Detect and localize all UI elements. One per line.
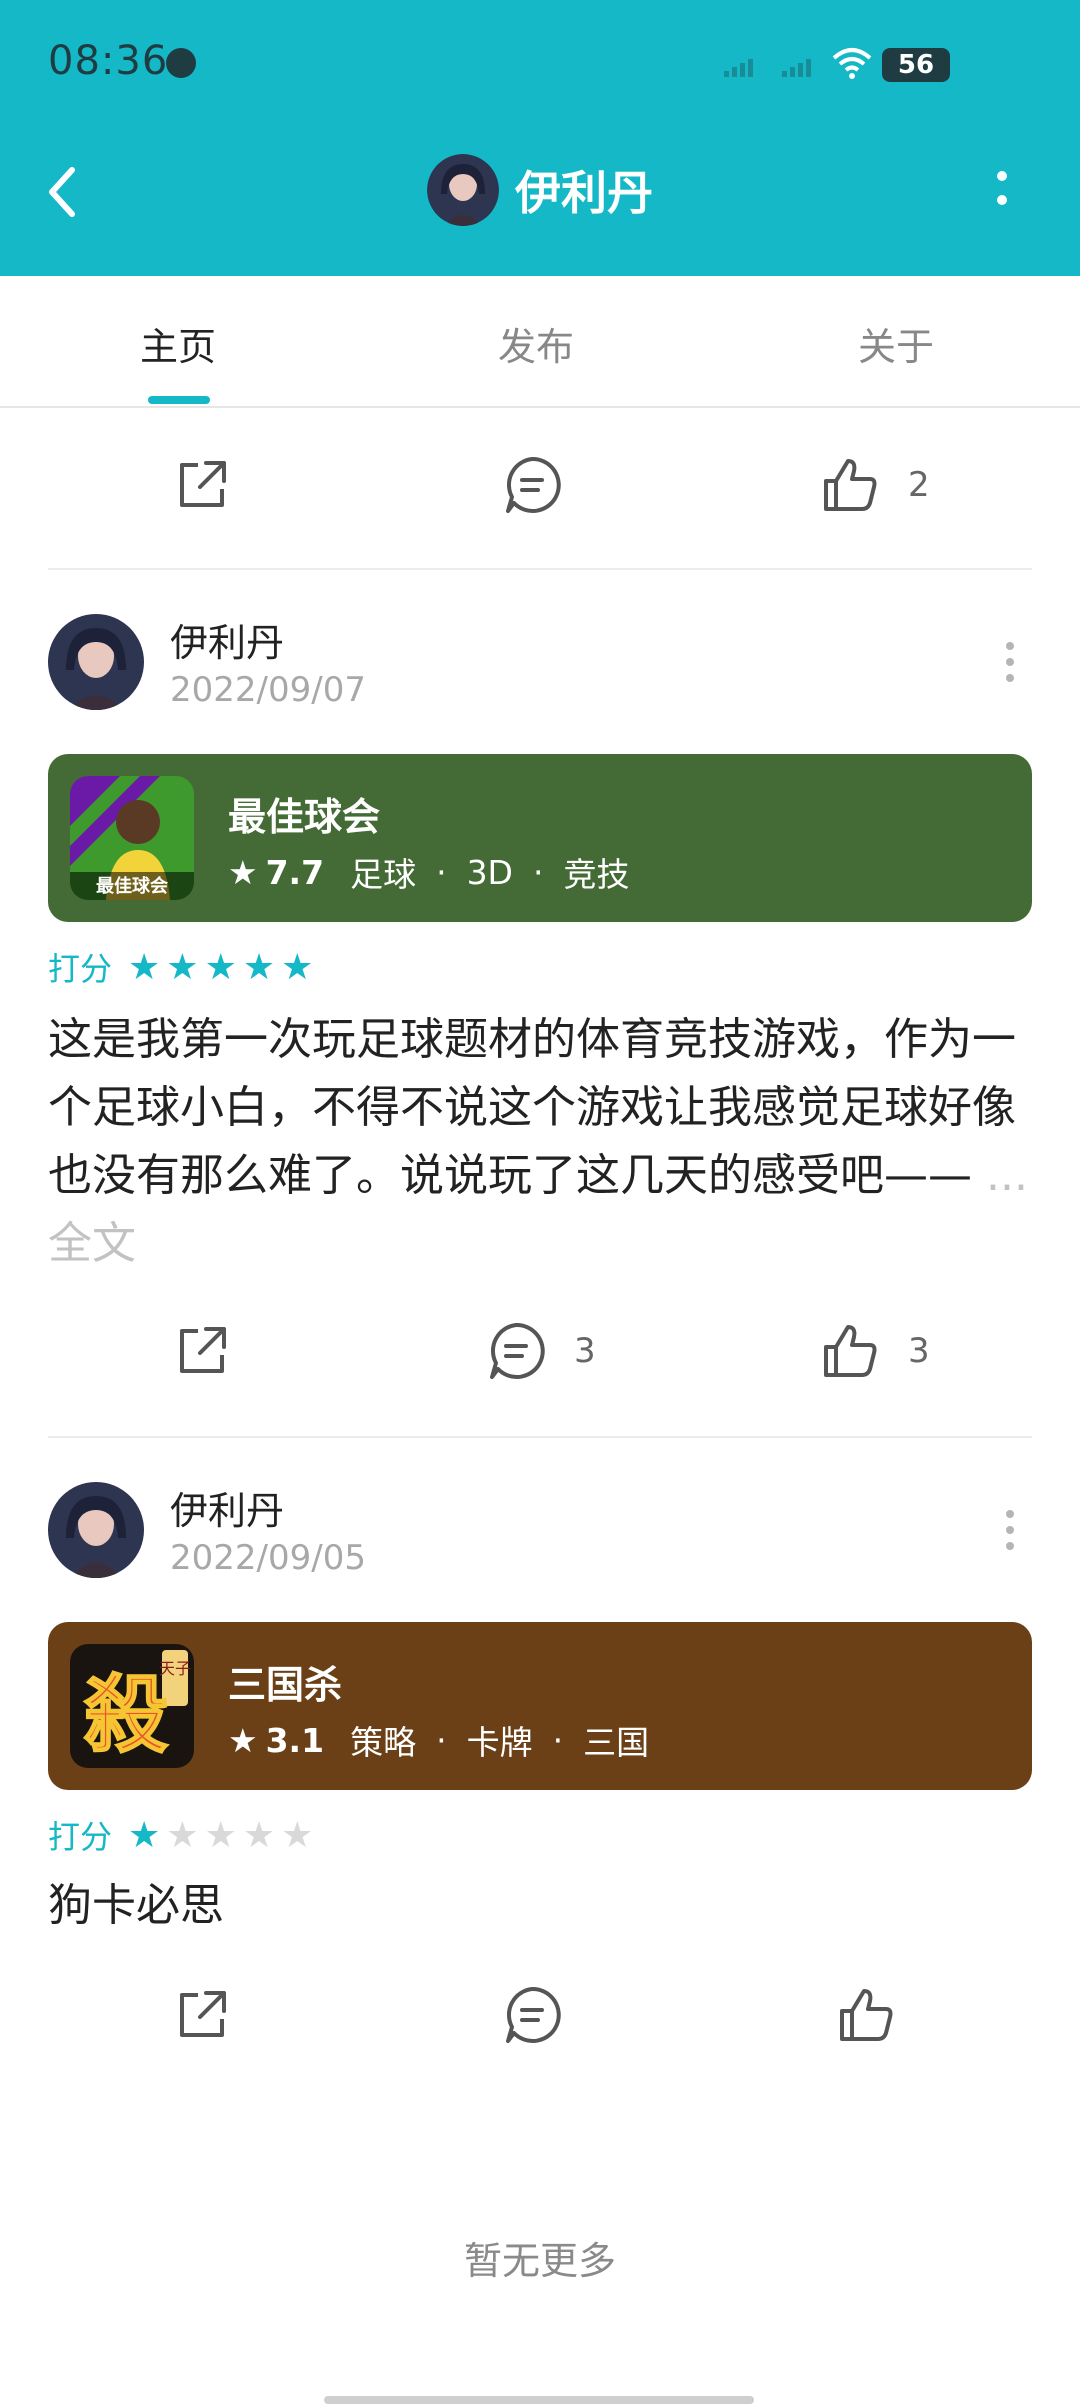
like-button[interactable]: 2 xyxy=(818,450,930,520)
star-icon: ★ xyxy=(242,946,276,988)
comment-button[interactable] xyxy=(500,1980,564,2050)
post-text[interactable]: 这是我第一次玩足球题材的体育竞技游戏，作为一个足球小白，不得不说这个游戏让我感觉… xyxy=(48,1006,1032,1278)
comment-icon xyxy=(506,1986,561,2043)
tab-posts[interactable]: 发布 xyxy=(498,316,574,371)
post-body: 狗卡必思 xyxy=(48,1880,224,1931)
like-button[interactable]: 3 xyxy=(818,1316,930,1386)
star-icon: ★ xyxy=(166,1814,199,1856)
avatar[interactable] xyxy=(48,1482,144,1578)
game-name: 最佳球会 xyxy=(228,795,381,839)
post-body: 这是我第一次玩足球题材的体育竞技游戏，作为一个足球小白，不得不说这个游戏让我感觉… xyxy=(48,1014,1016,1201)
game-meta: ★ 7.7 足球 · 3D · 竞技 xyxy=(228,848,629,896)
game-tag: 三国 xyxy=(583,1723,650,1762)
avatar[interactable] xyxy=(48,614,144,710)
rating-row: 打分 ★ ★ ★ ★ ★ xyxy=(48,944,319,990)
comment-button[interactable]: 3 xyxy=(484,1316,596,1386)
game-meta: ★ 3.1 策略 · 卡牌 · 三国 xyxy=(228,1716,649,1764)
game-score: 3.1 xyxy=(265,1720,325,1760)
tab-about[interactable]: 关于 xyxy=(858,316,934,371)
action-row: 3 3 xyxy=(0,1296,1080,1416)
battery-indicator: 56 xyxy=(882,48,950,82)
game-tag: 卡牌 xyxy=(466,1723,533,1762)
game-name: 三国杀 xyxy=(228,1663,343,1707)
more-vertical-icon[interactable] xyxy=(990,160,1014,220)
share-button[interactable] xyxy=(170,1316,234,1386)
action-row xyxy=(0,1960,1080,2080)
star-icon: ★ xyxy=(204,946,237,988)
rating-label: 打分 xyxy=(48,1818,113,1856)
game-icon-label: 殺 xyxy=(84,1665,168,1764)
tab-bar: 主页 发布 关于 xyxy=(0,276,1080,408)
header-title-group: 伊利丹 xyxy=(0,150,1080,230)
read-more-link[interactable]: 全文 xyxy=(48,1218,136,1269)
tab-home[interactable]: 主页 xyxy=(140,316,216,371)
notification-icon xyxy=(166,48,196,78)
divider xyxy=(48,568,1032,570)
star-icon: ★ xyxy=(128,1814,161,1856)
comment-icon xyxy=(506,456,561,513)
star-icon: ★ xyxy=(242,1814,276,1856)
share-button[interactable] xyxy=(170,450,234,520)
game-tag: 足球 xyxy=(350,855,417,894)
wifi-icon xyxy=(832,46,872,89)
share-icon xyxy=(180,461,226,507)
game-card[interactable]: 天子 殺 三国杀 ★ 3.1 策略 · 卡牌 · 三国 xyxy=(48,1622,1032,1790)
like-icon xyxy=(840,1989,893,2041)
more-vertical-icon[interactable] xyxy=(1000,632,1020,692)
game-tag: 3D xyxy=(466,852,513,892)
like-button[interactable] xyxy=(834,1980,898,2050)
status-bar: 08:36 56 xyxy=(0,0,1080,120)
game-tag: 竞技 xyxy=(563,855,630,894)
star-icon: ★ xyxy=(128,946,161,988)
status-time: 08:36 xyxy=(48,38,169,84)
signal-icon xyxy=(724,58,760,77)
action-row: 2 xyxy=(0,430,1080,550)
star-icon: ★ xyxy=(166,946,199,988)
comment-button[interactable] xyxy=(500,450,564,520)
game-tag: 策略 xyxy=(350,1723,417,1762)
app-bar: 08:36 56 伊利丹 xyxy=(0,0,1080,276)
post-username[interactable]: 伊利丹 xyxy=(170,1480,284,1535)
tab-indicator xyxy=(148,396,210,404)
post-username[interactable]: 伊利丹 xyxy=(170,612,284,667)
post-date: 2022/09/07 xyxy=(170,670,366,710)
game-score: 7.7 xyxy=(265,852,325,892)
comment-count: 3 xyxy=(574,1331,596,1371)
no-more-text: 暂无更多 xyxy=(463,2239,616,2283)
post-date: 2022/09/05 xyxy=(170,1538,366,1578)
game-icon-label: 最佳球会 xyxy=(96,875,168,897)
like-count: 2 xyxy=(908,465,930,505)
rating-label: 打分 xyxy=(48,950,113,988)
like-icon xyxy=(824,1325,877,1377)
more-vertical-icon[interactable] xyxy=(1000,1500,1020,1560)
share-icon xyxy=(180,1991,226,2037)
rating-row: 打分 ★ ★ ★ ★ ★ xyxy=(48,1812,319,1858)
page-title: 伊利丹 xyxy=(515,166,653,220)
post-text[interactable]: 狗卡必思 xyxy=(48,1872,1032,1940)
comment-icon xyxy=(490,1322,545,1379)
star-icon: ★ xyxy=(228,852,258,892)
star-icon: ★ xyxy=(281,1814,314,1856)
divider xyxy=(48,1436,1032,1438)
home-indicator[interactable] xyxy=(324,2396,754,2404)
star-icon: ★ xyxy=(281,946,314,988)
share-icon xyxy=(180,1327,226,1373)
ellipsis: ... xyxy=(972,1150,1028,1201)
like-icon xyxy=(824,459,877,511)
star-icon: ★ xyxy=(204,1814,237,1856)
signal-icon xyxy=(782,58,818,77)
star-icon: ★ xyxy=(228,1720,258,1760)
game-icon: 天子 殺 xyxy=(70,1644,194,1768)
game-card[interactable]: 最佳球会 最佳球会 ★ 7.7 足球 · 3D · 竞技 xyxy=(48,754,1032,922)
like-count: 3 xyxy=(908,1331,930,1371)
share-button[interactable] xyxy=(170,1980,234,2050)
avatar xyxy=(427,154,499,226)
game-icon: 最佳球会 xyxy=(70,776,194,900)
